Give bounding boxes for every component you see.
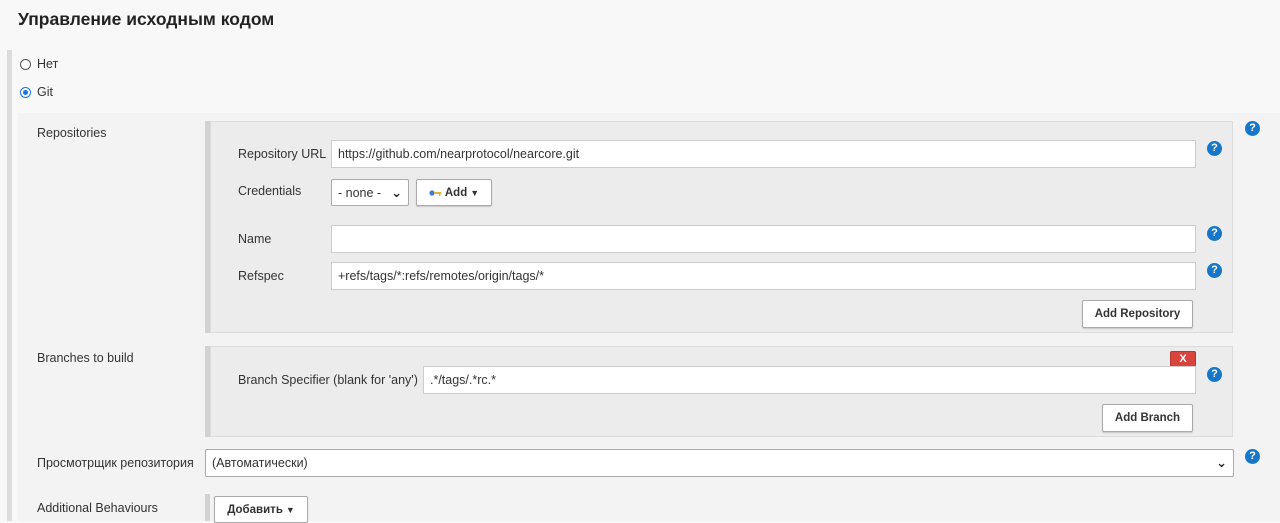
- scm-option-git[interactable]: Git: [20, 83, 53, 101]
- scm-option-none-label: Нет: [37, 57, 59, 71]
- caret-down-icon: ▼: [285, 504, 295, 515]
- credentials-select-value: - none -: [338, 185, 382, 200]
- caret-down-icon: ▼: [470, 187, 480, 198]
- branch-specifier-help-icon[interactable]: ?: [1207, 367, 1222, 382]
- add-behaviour-label: Добавить: [227, 503, 283, 516]
- refspec-input[interactable]: +refs/tags/*:refs/remotes/origin/tags/*: [331, 262, 1196, 290]
- repository-browser-value: (Автоматически): [212, 456, 308, 470]
- branch-specifier-input[interactable]: .*/tags/.*rc.*: [423, 366, 1196, 394]
- name-label: Name: [238, 232, 272, 246]
- delete-branch-button[interactable]: X: [1170, 351, 1196, 367]
- additional-behaviours-label: Additional Behaviours: [37, 501, 158, 515]
- scm-option-none[interactable]: Нет: [20, 55, 58, 73]
- repositories-label: Repositories: [37, 126, 107, 140]
- radio-none[interactable]: [20, 58, 31, 70]
- name-input[interactable]: [331, 225, 1196, 253]
- branches-label: Branches to build: [37, 351, 134, 365]
- refspec-label: Refspec: [238, 269, 284, 283]
- credentials-label: Credentials: [238, 184, 302, 198]
- name-help-icon[interactable]: ?: [1207, 226, 1222, 241]
- branch-specifier-label: Branch Specifier (blank for 'any'): [238, 373, 418, 387]
- repository-browser-label: Просмотрщик репозитория: [37, 456, 194, 470]
- credentials-select[interactable]: - none - ⌄: [331, 179, 409, 206]
- add-behaviour-button[interactable]: Добавить ▼: [214, 496, 308, 523]
- refspec-help-icon[interactable]: ?: [1207, 263, 1222, 278]
- credentials-add-label: Add: [444, 186, 468, 199]
- behaviours-panel-bar: [205, 494, 210, 521]
- section-indicator-bar: [7, 50, 12, 521]
- repository-url-help-icon[interactable]: ?: [1207, 141, 1222, 156]
- add-repository-button[interactable]: Add Repository: [1082, 300, 1193, 328]
- repository-url-label: Repository URL: [238, 147, 327, 161]
- chevron-down-icon: ⌄: [1216, 455, 1227, 470]
- repository-browser-select[interactable]: (Автоматически) ⌄: [205, 449, 1234, 477]
- add-branch-button[interactable]: Add Branch: [1102, 404, 1193, 432]
- repository-url-input[interactable]: https://github.com/nearprotocol/nearcore…: [331, 140, 1196, 168]
- radio-git[interactable]: [20, 86, 31, 98]
- scm-option-git-label: Git: [37, 85, 53, 99]
- chevron-down-icon: ⌄: [391, 184, 402, 200]
- page-title: Управление исходным кодом: [18, 9, 275, 29]
- key-icon: [429, 189, 442, 197]
- credentials-add-button[interactable]: Add ▼: [416, 179, 492, 206]
- repositories-help-icon[interactable]: ?: [1245, 121, 1260, 136]
- repository-browser-help-icon[interactable]: ?: [1245, 449, 1260, 464]
